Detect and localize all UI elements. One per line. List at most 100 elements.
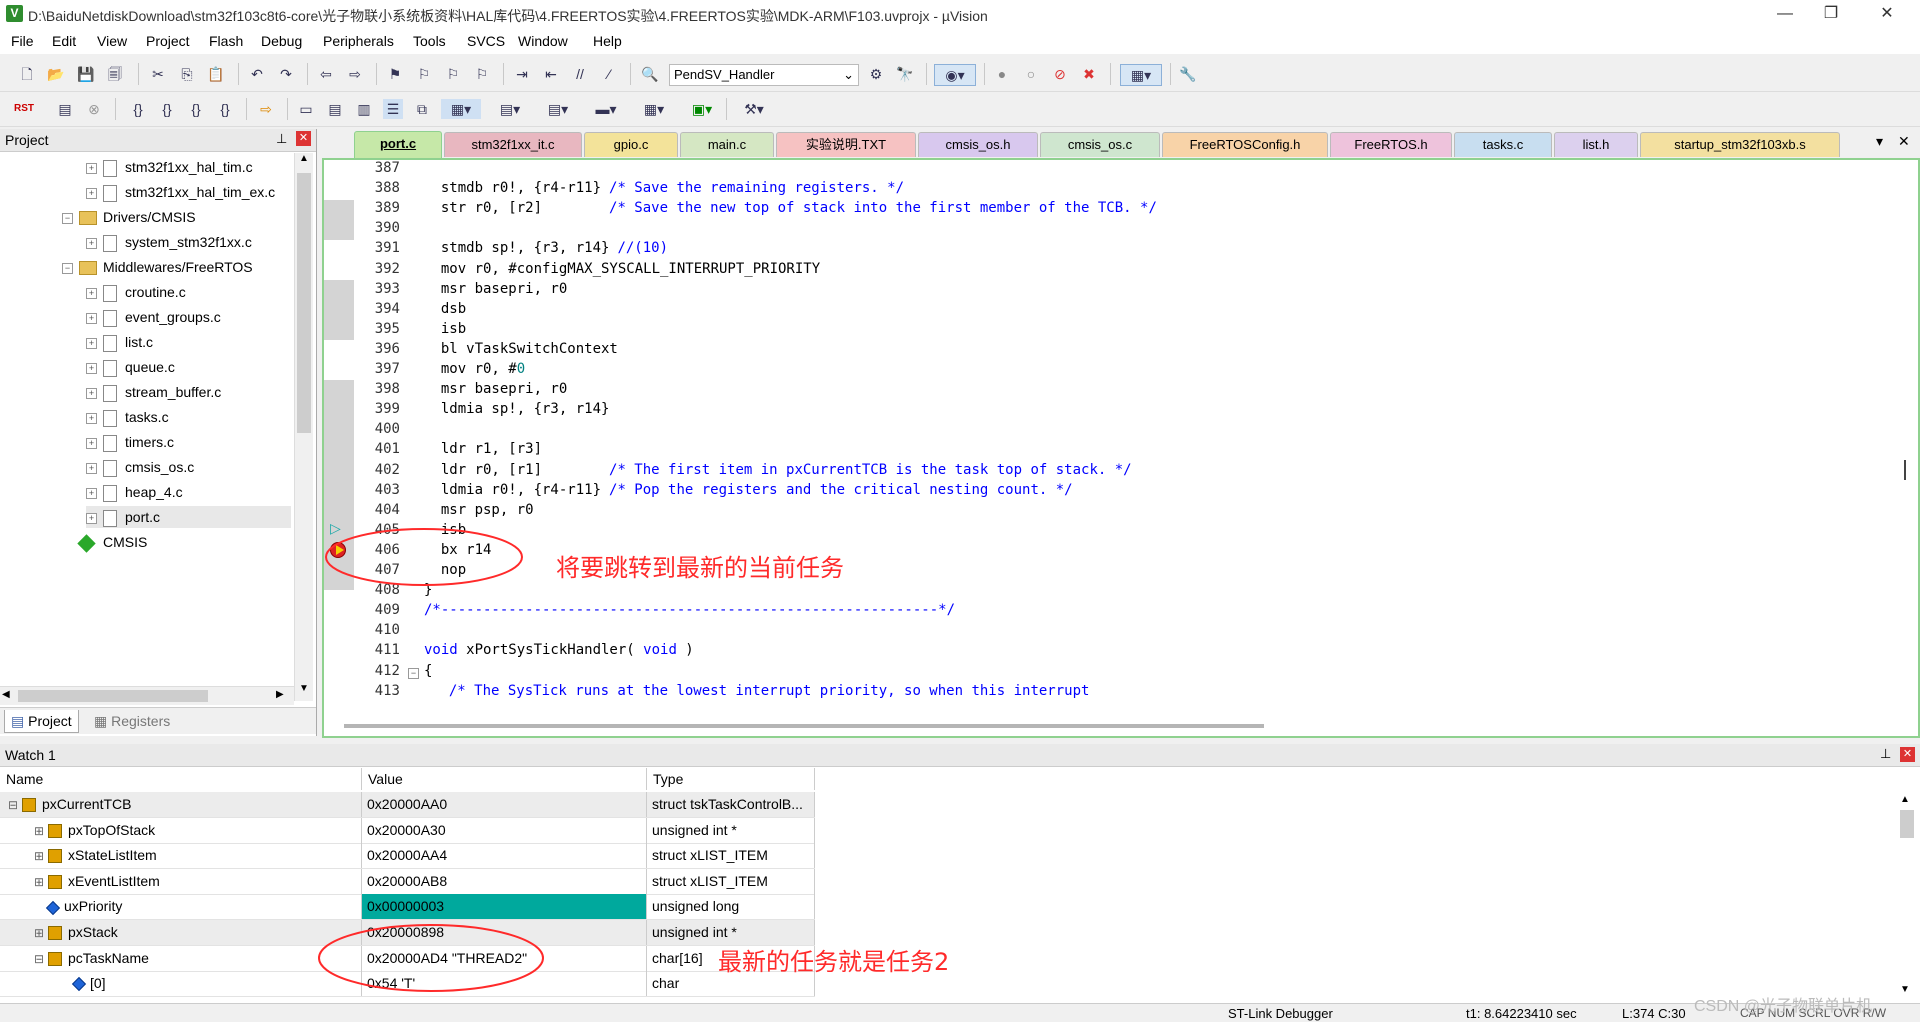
tab-readme-txt[interactable]: 实验说明.TXT: [776, 132, 916, 157]
code-editor[interactable]: 387 388 stmdb r0!, {r4-r11} /* Save the re…: [322, 158, 1920, 738]
tab-cmsis-os-h[interactable]: cmsis_os.h: [918, 132, 1038, 157]
run-to-cursor-icon[interactable]: {}: [215, 99, 235, 119]
variable-value[interactable]: 0x20000AA0: [362, 792, 647, 817]
tab-main-c[interactable]: main.c: [680, 132, 774, 157]
show-next-statement-icon[interactable]: ⇨: [256, 99, 276, 119]
scroll-up-icon[interactable]: ▲: [297, 153, 311, 169]
step-into-icon[interactable]: {}: [128, 99, 148, 119]
scroll-thumb[interactable]: [344, 724, 1264, 728]
tree-item-file[interactable]: + tasks.c: [86, 406, 169, 428]
watch-vertical-scrollbar[interactable]: ▲ ▼: [1898, 794, 1916, 1000]
tree-item-file[interactable]: + timers.c: [86, 431, 174, 453]
variable-value[interactable]: 0x00000003: [362, 894, 647, 920]
watch-row[interactable]: uxPriority 0x00000003 unsigned long: [0, 894, 815, 921]
find-icon[interactable]: 🔭: [895, 64, 915, 84]
tree-item-file-selected[interactable]: + port.c: [86, 506, 291, 528]
memory-windows-icon[interactable]: ▤▾: [492, 99, 528, 119]
close-window-button[interactable]: ✕: [1864, 0, 1910, 28]
prev-bookmark-icon[interactable]: ⚐: [414, 64, 434, 84]
analysis-windows-icon[interactable]: ▬▾: [588, 99, 624, 119]
menu-flash[interactable]: Flash: [209, 33, 243, 49]
disable-breakpoint-icon[interactable]: ○: [1021, 64, 1041, 84]
clear-bookmarks-icon[interactable]: ⚐: [472, 64, 492, 84]
step-out-icon[interactable]: {}: [186, 99, 206, 119]
tab-cmsis-os-c[interactable]: cmsis_os.c: [1040, 132, 1160, 157]
tab-list-h[interactable]: list.h: [1554, 132, 1638, 157]
debug-session-icon[interactable]: ◉▾: [934, 64, 976, 86]
variable-value[interactable]: 0x20000AB8: [362, 868, 647, 894]
tab-project[interactable]: ▤ Project: [4, 710, 79, 733]
uncomment-icon[interactable]: ⁄: [599, 64, 619, 84]
tab-gpio-c[interactable]: gpio.c: [584, 132, 678, 157]
serial-windows-icon[interactable]: ▤▾: [540, 99, 576, 119]
pin-icon[interactable]: ⊥: [276, 131, 287, 147]
watch-row[interactable]: ⊞ pxTopOfStack 0x20000A30 unsigned int *: [0, 817, 815, 844]
scroll-up-icon[interactable]: ▲: [1900, 794, 1910, 805]
tab-stm32f1xx-it-c[interactable]: stm32f1xx_it.c: [444, 132, 582, 157]
navigate-forward-icon[interactable]: ⇨: [345, 64, 365, 84]
step-over-icon[interactable]: {}: [157, 99, 177, 119]
tree-component[interactable]: CMSIS: [77, 531, 147, 553]
tree-item-file[interactable]: + event_groups.c: [86, 306, 221, 328]
expand-toggle-icon[interactable]: ⊟: [8, 793, 22, 818]
minimize-button[interactable]: —: [1762, 0, 1808, 28]
scroll-thumb[interactable]: [1900, 810, 1914, 838]
undo-icon[interactable]: ↶: [247, 64, 267, 84]
redo-icon[interactable]: ↷: [276, 64, 296, 84]
menu-window[interactable]: Window: [518, 33, 568, 49]
tab-tasks-c[interactable]: tasks.c: [1454, 132, 1552, 157]
configure-icon[interactable]: ⚙: [866, 64, 886, 84]
tree-folder[interactable]: − Drivers/CMSIS: [62, 206, 196, 228]
tab-port-c[interactable]: port.c: [354, 131, 442, 158]
expand-toggle-icon[interactable]: ⊟: [34, 947, 48, 972]
column-header-value[interactable]: Value: [362, 768, 647, 790]
menu-help[interactable]: Help: [593, 33, 622, 49]
tab-freertosconfig-h[interactable]: FreeRTOSConfig.h: [1162, 132, 1328, 157]
tree-item-file[interactable]: + list.c: [86, 331, 153, 353]
cut-icon[interactable]: ✂: [148, 64, 168, 84]
registers-icon[interactable]: ☰: [383, 99, 403, 119]
menu-debug[interactable]: Debug: [261, 33, 302, 49]
project-vertical-scrollbar[interactable]: ▲ ▼: [294, 153, 313, 701]
menu-file[interactable]: File: [11, 33, 34, 49]
stop-icon[interactable]: ⊗: [84, 99, 104, 119]
variable-value[interactable]: 0x20000A30: [362, 817, 647, 843]
watch-row[interactable]: ⊞ xEventListItem 0x20000AB8 struct xLIST_IT…: [0, 868, 815, 895]
copy-icon[interactable]: ⎘: [177, 64, 197, 84]
save-icon[interactable]: 💾: [76, 64, 96, 84]
expand-toggle-icon[interactable]: ⊞: [34, 921, 48, 946]
save-all-icon[interactable]: 🗐: [105, 64, 125, 84]
tree-item-file[interactable]: + stm32f1xx_hal_tim.c: [86, 156, 253, 178]
command-window-icon[interactable]: ▭: [296, 99, 316, 119]
watch-row[interactable]: ⊟ pxCurrentTCB 0x20000AA0 struct tskTaskCon…: [0, 792, 815, 818]
menu-project[interactable]: Project: [146, 33, 190, 49]
close-tab-icon[interactable]: ✕: [1898, 133, 1910, 150]
tree-item-file[interactable]: + cmsis_os.c: [86, 456, 194, 478]
tree-folder[interactable]: − Middlewares/FreeRTOS: [62, 256, 253, 278]
breakpoint-icon[interactable]: ●: [992, 64, 1012, 84]
tab-freertos-h[interactable]: FreeRTOS.h: [1330, 132, 1452, 157]
expand-toggle-icon[interactable]: ⊞: [34, 819, 48, 844]
open-icon[interactable]: 📂: [46, 64, 66, 84]
call-stack-icon[interactable]: ⧉: [412, 99, 432, 119]
menu-svcs[interactable]: SVCS: [467, 33, 505, 49]
menu-edit[interactable]: Edit: [52, 33, 76, 49]
tree-item-file[interactable]: + croutine.c: [86, 281, 186, 303]
scroll-thumb[interactable]: [297, 173, 311, 433]
expand-toggle-icon[interactable]: ⊞: [34, 844, 48, 869]
scroll-thumb[interactable]: [18, 690, 208, 702]
symbols-icon[interactable]: ▥: [354, 99, 374, 119]
fold-toggle-icon[interactable]: −: [408, 668, 419, 679]
comment-icon[interactable]: //: [570, 64, 590, 84]
tree-item-file[interactable]: + system_stm32f1xx.c: [86, 231, 252, 253]
bookmark-icon[interactable]: ⚑: [385, 64, 405, 84]
paste-icon[interactable]: 📋: [206, 64, 226, 84]
scroll-down-icon[interactable]: ▼: [1900, 984, 1910, 995]
scroll-left-icon[interactable]: ◀: [2, 689, 10, 700]
tab-list-menu-icon[interactable]: ▾: [1876, 133, 1883, 150]
expand-toggle-icon[interactable]: ⊞: [34, 870, 48, 895]
tree-item-file[interactable]: + heap_4.c: [86, 481, 183, 503]
tree-item-file[interactable]: + queue.c: [86, 356, 175, 378]
unindent-icon[interactable]: ⇤: [541, 64, 561, 84]
tree-item-file[interactable]: + stream_buffer.c: [86, 381, 221, 403]
